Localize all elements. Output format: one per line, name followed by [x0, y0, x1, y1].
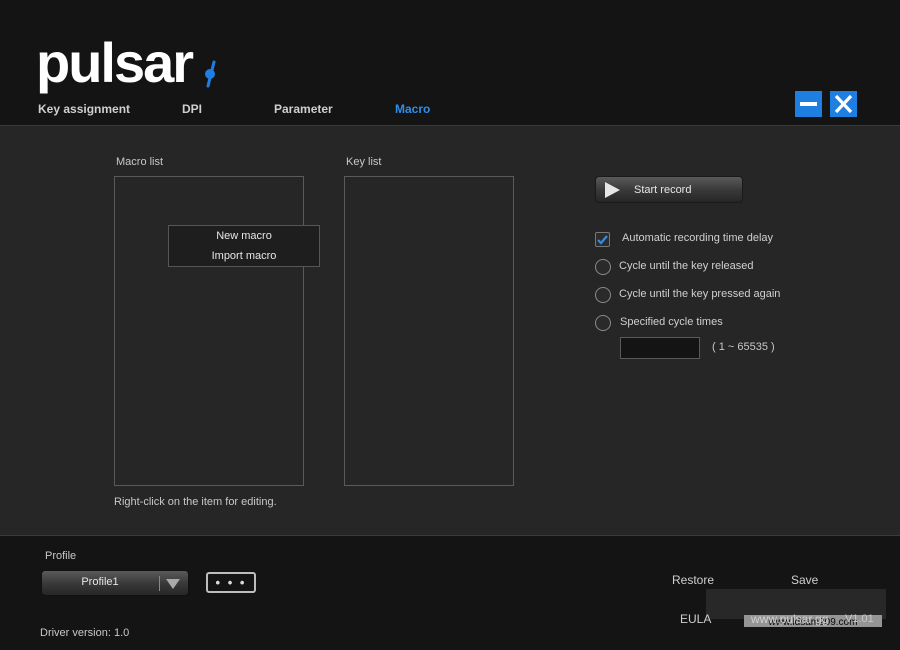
auto-delay-label: Automatic recording time delay — [622, 232, 774, 244]
editing-hint: Right-click on the item for editing. — [114, 496, 277, 508]
profile-value: Profile1 — [81, 576, 119, 588]
app-footer: Profile Profile1 • • • Restore Save www.… — [0, 537, 900, 650]
profile-select[interactable]: Profile1 — [41, 570, 189, 596]
start-record-label: Start record — [634, 184, 692, 196]
close-button[interactable] — [830, 91, 857, 117]
app-version: V1.01 — [845, 613, 874, 625]
specified-cycle-label: Specified cycle times — [620, 316, 723, 328]
cycle-released-radio[interactable] — [595, 259, 611, 275]
close-icon — [834, 94, 853, 114]
cycle-times-input[interactable] — [620, 337, 700, 359]
website-link[interactable]: www.pulsar.gg — [751, 612, 828, 626]
tab-key-assignment[interactable]: Key assignment — [38, 102, 130, 116]
profile-select-divider — [159, 576, 160, 591]
cycle-range-label: ( 1 ~ 65535 ) — [712, 341, 775, 353]
play-icon — [605, 182, 620, 198]
chevron-down-icon — [166, 579, 180, 589]
app-header: pulsar Key assignment DPI Parameter Macr… — [0, 0, 900, 125]
cycle-pressed-label: Cycle until the key pressed again — [619, 288, 781, 300]
new-macro-menu-item[interactable]: New macro — [169, 230, 319, 242]
key-list[interactable] — [344, 176, 514, 486]
macro-list-label: Macro list — [116, 156, 164, 168]
logo-mark-icon — [205, 60, 216, 88]
auto-delay-checkbox[interactable] — [595, 232, 610, 247]
cycle-released-label: Cycle until the key released — [619, 260, 754, 272]
cycle-pressed-radio[interactable] — [595, 287, 611, 303]
minus-icon — [800, 102, 817, 106]
macro-panel: Macro list New macro Import macro Key li… — [0, 125, 900, 536]
start-record-button[interactable]: Start record — [595, 176, 743, 203]
tab-macro[interactable]: Macro — [395, 102, 430, 116]
driver-version-value: 1.0 — [114, 627, 130, 639]
eula-link[interactable]: EULA — [680, 612, 711, 626]
macro-list[interactable] — [114, 176, 304, 486]
driver-version-label: Driver version: — [40, 627, 111, 639]
svg-text:pulsar: pulsar — [36, 31, 193, 94]
tab-parameter[interactable]: Parameter — [274, 102, 333, 116]
profile-more-button[interactable]: • • • — [206, 572, 256, 593]
more-dots-icon: • • • — [215, 575, 247, 590]
import-macro-menu-item[interactable]: Import macro — [169, 250, 319, 262]
tab-dpi[interactable]: DPI — [182, 102, 202, 116]
key-list-label: Key list — [346, 156, 382, 168]
specified-cycle-radio[interactable] — [595, 315, 611, 331]
pulsar-logo: pulsar — [36, 31, 216, 94]
macro-context-menu: New macro Import macro — [168, 225, 320, 267]
profile-label: Profile — [45, 550, 77, 562]
checkmark-icon — [597, 235, 608, 245]
minimize-button[interactable] — [795, 91, 822, 117]
